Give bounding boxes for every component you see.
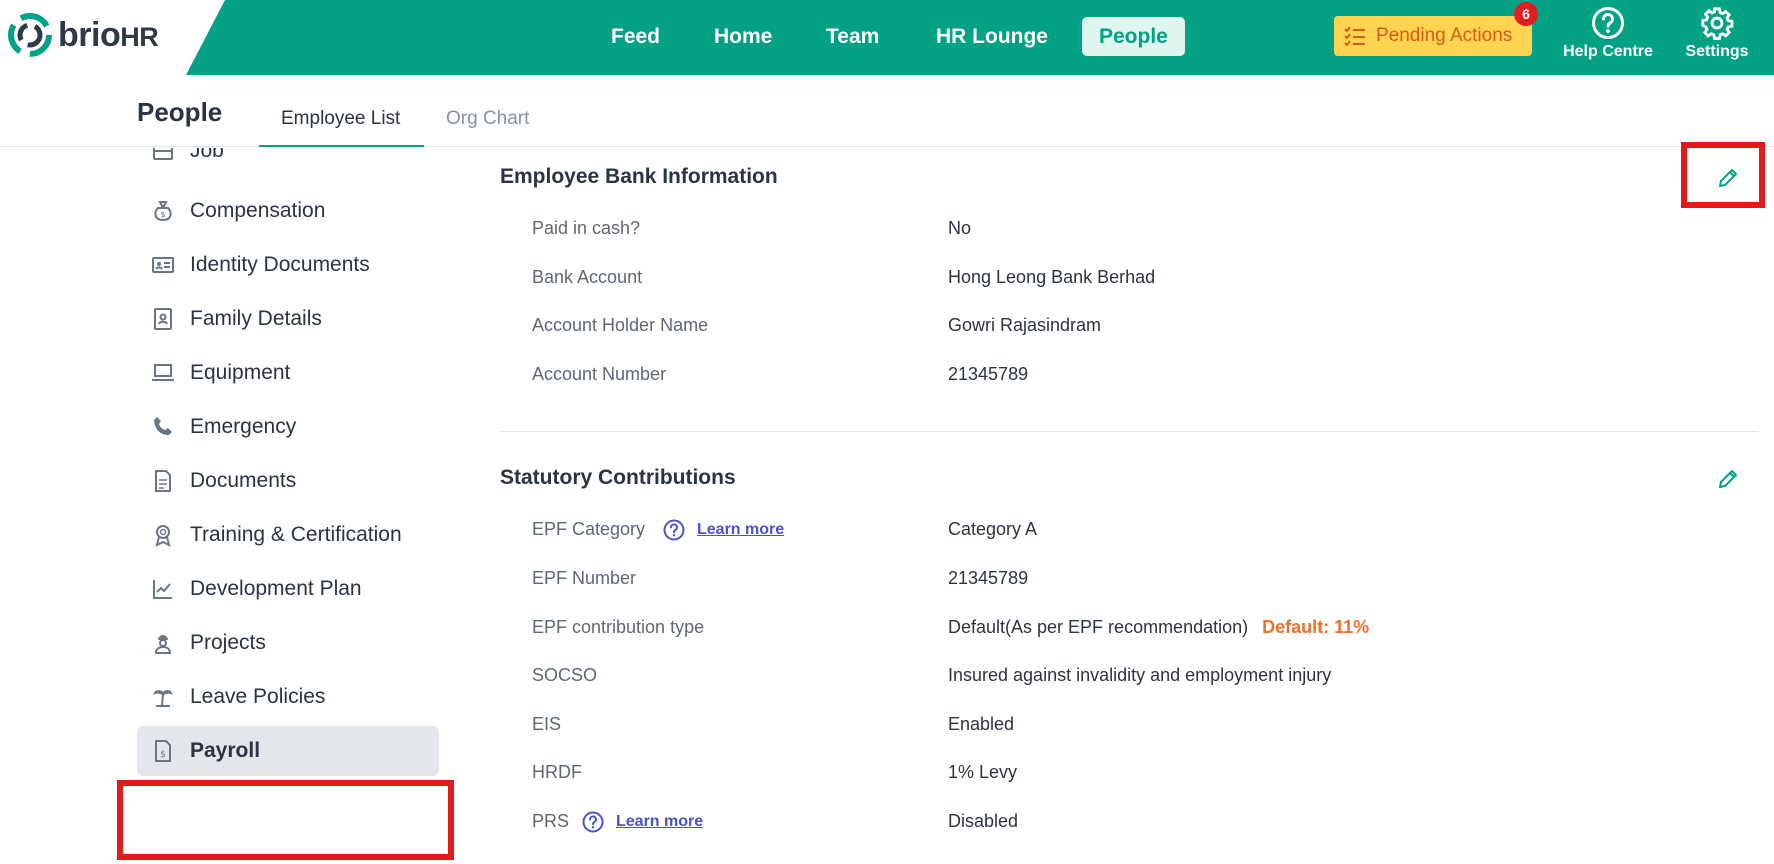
statutory-label-epf-number: EPF Number [532, 568, 637, 588]
sidebar-item-label: Job [190, 148, 224, 162]
svg-text:$: $ [160, 210, 165, 219]
sidebar-item-label: Projects [190, 631, 266, 654]
sidebar-item-emergency[interactable]: Emergency [137, 402, 439, 452]
statutory-label-hrdf: HRDF [532, 762, 582, 782]
sidebar-item-training-certification[interactable]: Training & Certification [137, 510, 439, 560]
sidebar-item-identity-documents[interactable]: Identity Documents [137, 240, 439, 290]
award-icon [155, 525, 171, 547]
bank-label-account-holder: Account Holder Name [532, 315, 709, 335]
sidebar-item-family-details[interactable]: Family Details [137, 294, 439, 344]
tab-org-chart[interactable]: Org Chart [446, 108, 529, 130]
bank-value-paid-in-cash: No [948, 218, 972, 238]
epf-help-icon[interactable] [663, 519, 685, 541]
sidebar-item-label: Emergency [190, 415, 297, 438]
bank-section-title: Employee Bank Information [500, 165, 778, 188]
sidebar-item-label: Leave Policies [190, 685, 326, 708]
briefcase-icon [153, 148, 173, 160]
statutory-label-epf-contribution-type: EPF contribution type [532, 617, 705, 637]
statutory-label-prs: PRS [532, 811, 570, 831]
statutory-value-epf-category: Category A [948, 519, 1038, 539]
sidebar-item-payroll[interactable]: $ Payroll [137, 726, 439, 776]
phone-icon [154, 417, 172, 435]
svg-text:$: $ [160, 750, 166, 760]
sidebar-item-label: Training & Certification [190, 523, 402, 546]
prs-help-icon[interactable] [582, 811, 604, 833]
nav-home[interactable]: Home [697, 17, 789, 56]
sidebar-item-label: Documents [190, 469, 297, 492]
sidebar-item-development-plan[interactable]: Development Plan [137, 564, 439, 614]
statutory-value-epf-contribution-type: Default(As per EPF recommendation) Defaul… [948, 617, 1369, 638]
sidebar-item-projects[interactable]: Projects [137, 618, 439, 668]
epf-contribution-text: Default(As per EPF recommendation) [948, 617, 1249, 637]
statutory-label-epf-category: EPF Category [532, 519, 646, 539]
nav-feed[interactable]: Feed [594, 17, 677, 56]
epf-default-rate-tag: Default: 11% [1262, 617, 1370, 637]
statutory-value-hrdf: 1% Levy [948, 762, 1018, 782]
page-title: People [137, 97, 223, 127]
edit-statutory-pencil-icon[interactable] [1716, 467, 1740, 491]
sidebar-item-label: Payroll [190, 739, 261, 762]
bank-label-bank-account: Bank Account [532, 267, 643, 287]
logo-text: brioHR [58, 16, 159, 54]
nav-team[interactable]: Team [809, 17, 896, 56]
profile-sidebar: Job $ Compensation Identity Documents Fa… [0, 148, 460, 864]
bank-label-account-number: Account Number [532, 364, 667, 384]
help-centre-button[interactable]: Help Centre [1555, 6, 1661, 61]
trend-chart-icon [153, 580, 172, 599]
brio-logo-icon [8, 13, 52, 57]
statutory-label-eis: EIS [532, 714, 562, 734]
statutory-value-eis: Enabled [948, 714, 1015, 734]
page-header: People Employee List Org Chart [0, 75, 1774, 147]
tab-employee-list[interactable]: Employee List [281, 108, 400, 130]
checklist-icon [1344, 26, 1365, 46]
edit-bank-pencil-icon[interactable] [1716, 166, 1740, 190]
help-centre-label: Help Centre [1563, 43, 1653, 60]
palm-tree-icon [153, 690, 173, 707]
money-bag-icon: $ [154, 201, 172, 222]
worker-icon [154, 635, 172, 654]
sidebar-item-label: Family Details [190, 307, 322, 330]
pending-count-badge: 6 [1514, 2, 1538, 26]
statutory-value-socso: Insured against invalidity and employmen… [948, 665, 1332, 685]
sidebar-item-compensation[interactable]: $ Compensation [137, 186, 439, 236]
prs-learn-more-link[interactable]: Learn more [616, 813, 703, 831]
settings-label: Settings [1685, 43, 1749, 60]
settings-button[interactable]: Settings [1677, 6, 1757, 61]
bank-value-account-holder: Gowri Rajasindram [948, 315, 1102, 335]
gear-icon [1701, 7, 1734, 40]
document-icon [155, 470, 171, 492]
active-tab-indicator [259, 145, 424, 147]
bank-value-account-number: 21345789 [948, 364, 1029, 384]
sidebar-item-documents[interactable]: Documents [137, 456, 439, 506]
top-bar: brioHR Feed Home Team HR Lounge People P… [0, 0, 1774, 75]
sidebar-item-label: Identity Documents [190, 253, 370, 276]
epf-learn-more-link[interactable]: Learn more [697, 521, 784, 539]
bank-value-bank-account: Hong Leong Bank Berhad [948, 267, 1156, 287]
nav-hr-lounge[interactable]: HR Lounge [919, 17, 1065, 56]
help-circle-icon [1592, 7, 1624, 39]
statutory-value-epf-number: 21345789 [948, 568, 1029, 588]
statutory-section-title: Statutory Contributions [500, 466, 736, 489]
sidebar-item-equipment[interactable]: Equipment [137, 348, 439, 398]
statutory-value-prs: Disabled [948, 811, 1019, 831]
sidebar-item-job[interactable]: Job [137, 148, 439, 176]
payroll-icon: $ [155, 740, 171, 762]
sidebar-item-label: Equipment [190, 361, 291, 384]
logo-area[interactable]: brioHR [0, 0, 225, 75]
statutory-label-socso: SOCSO [532, 665, 598, 685]
pending-actions-label: Pending Actions [1376, 25, 1513, 46]
laptop-icon [152, 364, 174, 381]
sidebar-item-label: Compensation [190, 199, 326, 222]
section-divider [500, 431, 1759, 432]
nav-people[interactable]: People [1082, 17, 1185, 56]
contact-book-icon [154, 308, 172, 330]
bank-label-paid-in-cash: Paid in cash? [532, 218, 641, 238]
id-card-icon [152, 257, 174, 273]
sidebar-item-leave-policies[interactable]: Leave Policies [137, 672, 439, 722]
sidebar-item-label: Development Plan [190, 577, 362, 600]
pending-actions-button[interactable]: Pending Actions [1334, 16, 1532, 56]
